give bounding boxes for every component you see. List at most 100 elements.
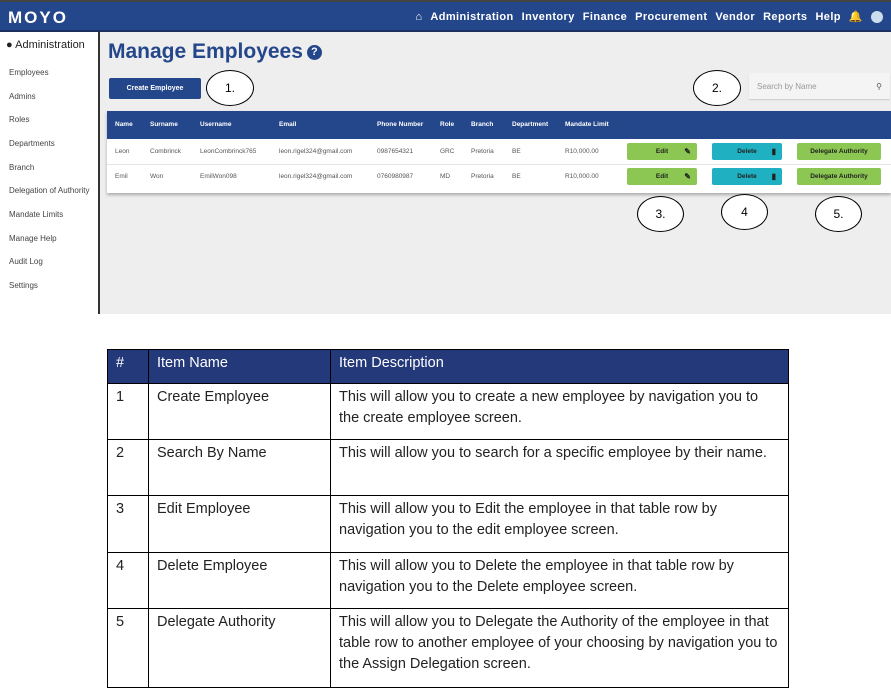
cell-mandate-limit: R10,000.00 [565, 148, 599, 155]
col-item-name: Item Name [148, 349, 331, 384]
nav-vendor[interactable]: Vendor [715, 11, 755, 23]
delegate-authority-button[interactable]: Delegate Authority [797, 168, 881, 185]
sidebar-item-mandate-limits[interactable]: Mandate Limits [9, 210, 63, 219]
cell-branch: Pretoria [471, 148, 494, 155]
cell-department: BE [512, 173, 521, 180]
sidebar-item-employees[interactable]: Employees [9, 68, 49, 77]
cell-username: LeonCombrinck765 [200, 148, 257, 155]
delete-button[interactable]: Delete ▮ [712, 168, 782, 185]
nav-inventory[interactable]: Inventory [522, 11, 575, 23]
help-icon[interactable]: ? [306, 45, 322, 60]
table-header: Name Surname Username Email Phone Number… [107, 111, 891, 139]
callout-4: 4 [721, 194, 768, 230]
cell-name: Emil [115, 173, 128, 180]
cell-number: 1 [107, 383, 149, 440]
cell-phone: 0987654321 [377, 148, 414, 155]
delegate-authority-button[interactable]: Delegate Authority [797, 143, 881, 160]
nav-help[interactable]: Help [815, 11, 840, 23]
sidebar-header-label: Administration [15, 39, 85, 51]
edit-label: Edit [655, 148, 669, 155]
edit-button[interactable]: Edit ✎ [627, 143, 697, 160]
sidebar-item-delegation[interactable]: Delegation of Authority [9, 186, 90, 195]
pencil-icon: ✎ [684, 172, 691, 181]
cell-department: BE [512, 148, 521, 155]
pencil-icon: ✎ [684, 147, 691, 156]
sidebar-header: ● Administration [6, 39, 85, 51]
cell-email: leon.rigel324@gmail.com [279, 148, 353, 155]
cell-name: Leon [115, 148, 130, 155]
logo: MOYO [8, 8, 68, 27]
sidebar-item-branch[interactable]: Branch [9, 163, 34, 172]
col-username: Username [200, 121, 232, 128]
sidebar-item-manage-help[interactable]: Manage Help [9, 234, 57, 243]
nav-finance[interactable]: Finance [583, 11, 627, 23]
col-item-description: Item Description [330, 349, 789, 384]
sidebar-item-admins[interactable]: Admins [9, 92, 36, 101]
col-surname: Surname [150, 121, 178, 128]
cell-email: leon.rigel324@gmail.com [279, 173, 353, 180]
search-placeholder: Search by Name [757, 81, 817, 91]
cell-surname: Won [150, 173, 164, 180]
sidebar-item-roles[interactable]: Roles [9, 115, 29, 124]
nav-procurement[interactable]: Procurement [635, 11, 707, 23]
table-row: 1 Create Employee This will allow you to c… [107, 383, 789, 440]
nav-administration[interactable]: Administration [430, 11, 513, 23]
cell-number: 3 [107, 495, 149, 553]
col-phone: Phone Number [377, 121, 424, 128]
cell-number: 2 [107, 439, 149, 496]
admin-icon: ● [6, 39, 13, 51]
table-row: 2 Search By Name This will allow you to se… [107, 439, 789, 496]
cell-item-name: Delete Employee [148, 552, 331, 609]
callout-2: 2. [693, 70, 741, 106]
table-row: 3 Edit Employee This will allow you to Edi… [107, 495, 789, 553]
col-mandate-limit: Mandate Limit [565, 121, 609, 128]
cell-role: GRC [440, 148, 455, 155]
cell-number: 4 [107, 552, 149, 609]
cell-item-description: This will allow you to search for a spec… [330, 439, 789, 496]
search-input[interactable]: Search by Name ⚲ [749, 73, 890, 99]
bell-icon[interactable]: 🔔 [849, 10, 863, 23]
cell-item-description: This will allow you to Delete the employ… [330, 552, 789, 609]
employees-table: Name Surname Username Email Phone Number… [107, 111, 891, 193]
search-icon[interactable]: ⚲ [876, 82, 882, 91]
delete-label: Delete [737, 148, 757, 155]
home-icon[interactable]: ⌂ [415, 11, 422, 23]
cell-item-name: Search By Name [148, 439, 331, 496]
delete-button[interactable]: Delete ▮ [712, 143, 782, 160]
col-branch: Branch [471, 121, 494, 128]
cell-surname: Combrinck [150, 148, 182, 155]
sidebar-item-settings[interactable]: Settings [9, 281, 38, 290]
cell-item-description: This will allow you to Edit the employee… [330, 495, 789, 553]
page-title-text: Manage Employees [108, 40, 303, 63]
sidebar-item-departments[interactable]: Departments [9, 139, 55, 148]
cell-item-description: This will allow you to create a new empl… [330, 383, 789, 440]
description-header-row: # Item Name Item Description [107, 349, 789, 384]
trash-icon: ▮ [771, 147, 776, 156]
nav-reports[interactable]: Reports [763, 11, 807, 23]
cell-mandate-limit: R10,000.00 [565, 173, 599, 180]
create-employee-button[interactable]: Create Employee [109, 78, 201, 99]
callout-3: 3. [637, 196, 684, 232]
avatar[interactable] [871, 10, 883, 23]
delete-label: Delete [737, 173, 757, 180]
main-nav: ⌂ Administration Inventory Finance Procu… [415, 10, 883, 23]
sidebar: ● Administration Employees Admins Roles … [0, 32, 100, 314]
col-number: # [107, 349, 149, 384]
table-row: 5 Delegate Authority This will allow you t… [107, 608, 789, 688]
callout-5: 5. [815, 196, 862, 232]
cell-item-name: Delegate Authority [148, 608, 331, 688]
cell-item-name: Edit Employee [148, 495, 331, 553]
row-divider [107, 164, 891, 165]
cell-phone: 0760980987 [377, 173, 414, 180]
callout-1: 1. [206, 70, 254, 106]
sidebar-item-audit-log[interactable]: Audit Log [9, 257, 43, 266]
edit-button[interactable]: Edit ✎ [627, 168, 697, 185]
cell-username: EmilWon098 [200, 173, 237, 180]
col-name: Name [115, 121, 133, 128]
table-row: 4 Delete Employee This will allow you to D… [107, 552, 789, 609]
col-department: Department [512, 121, 549, 128]
page-title: Manage Employees? [108, 40, 322, 64]
col-role: Role [440, 121, 455, 128]
edit-label: Edit [655, 173, 669, 180]
trash-icon: ▮ [771, 172, 776, 181]
